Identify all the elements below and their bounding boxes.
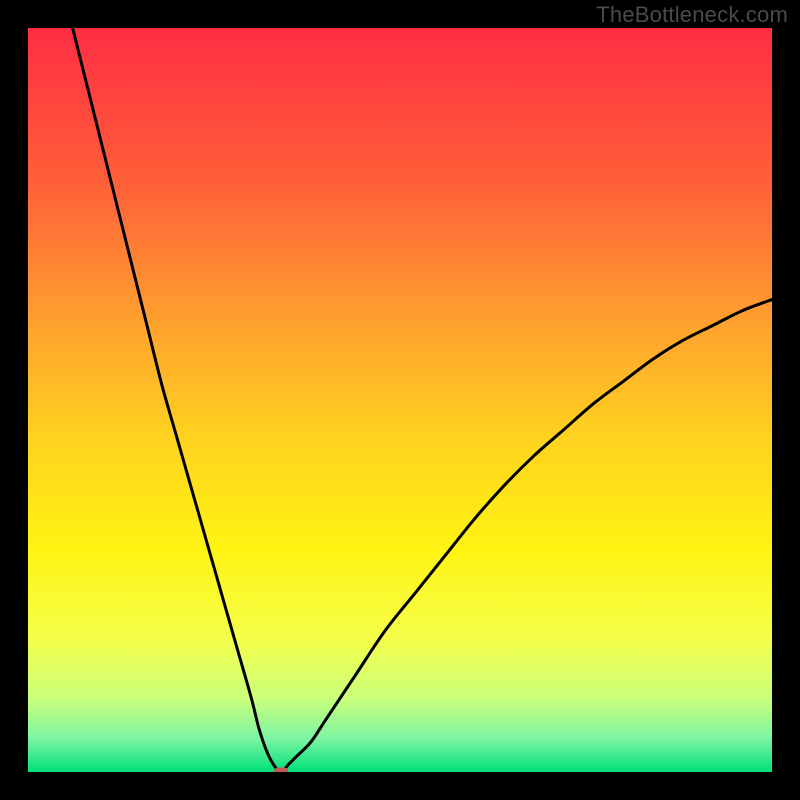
gradient-background	[28, 28, 772, 772]
attribution-text: TheBottleneck.com	[596, 2, 788, 28]
chart-frame: TheBottleneck.com	[0, 0, 800, 800]
bottleneck-chart	[28, 28, 772, 772]
optimal-point-marker	[274, 768, 288, 773]
